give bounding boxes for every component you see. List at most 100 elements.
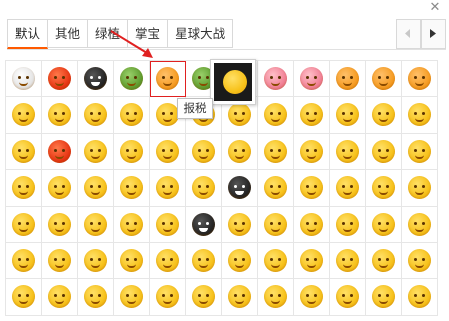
emoji-cell[interactable] bbox=[42, 61, 78, 98]
emoji-cell[interactable] bbox=[330, 97, 366, 134]
emoji-cell[interactable] bbox=[294, 170, 330, 207]
emoji-eye bbox=[378, 221, 381, 225]
emoji-cell[interactable] bbox=[402, 279, 438, 316]
emoji-cell[interactable] bbox=[330, 61, 366, 98]
emoji-eye bbox=[422, 148, 425, 152]
emoji-cell[interactable] bbox=[402, 206, 438, 243]
emoji-icon bbox=[84, 139, 107, 163]
emoji-cell[interactable] bbox=[6, 170, 42, 207]
emoji-cell[interactable] bbox=[258, 133, 294, 171]
emoji-icon bbox=[84, 248, 107, 272]
emoji-cell[interactable] bbox=[78, 279, 114, 316]
emoji-cell[interactable] bbox=[114, 61, 150, 98]
emoji-icon bbox=[372, 248, 395, 272]
emoji-cell[interactable] bbox=[6, 97, 42, 134]
scroll-right-button[interactable] bbox=[421, 19, 446, 49]
emoji-eye bbox=[18, 294, 21, 298]
emoji-cell[interactable] bbox=[402, 97, 438, 134]
emoji-cell[interactable] bbox=[294, 61, 330, 98]
emoji-cell[interactable] bbox=[150, 206, 186, 243]
emoji-eye bbox=[314, 112, 317, 116]
emoji-cell[interactable] bbox=[294, 206, 330, 243]
tab-4[interactable]: 星球大战 bbox=[168, 19, 234, 48]
emoji-icon bbox=[336, 103, 359, 127]
emoji-mouth bbox=[307, 228, 316, 232]
emoji-cell[interactable] bbox=[366, 170, 402, 207]
emoji-cell[interactable] bbox=[222, 170, 258, 207]
emoji-cell[interactable] bbox=[222, 133, 258, 171]
emoji-cell[interactable] bbox=[366, 61, 402, 98]
emoji-cell[interactable] bbox=[258, 279, 294, 316]
emoji-cell[interactable] bbox=[114, 170, 150, 207]
emoji-icon bbox=[156, 176, 179, 200]
emoji-cell[interactable] bbox=[366, 279, 402, 316]
emoji-cell[interactable] bbox=[6, 61, 42, 98]
emoji-cell[interactable] bbox=[294, 242, 330, 280]
emoji-cell[interactable] bbox=[42, 242, 78, 280]
emoji-eye bbox=[90, 221, 93, 225]
emoji-cell[interactable] bbox=[402, 242, 438, 280]
emoji-cell[interactable] bbox=[330, 279, 366, 316]
emoji-cell[interactable] bbox=[222, 206, 258, 243]
emoji-cell[interactable] bbox=[114, 97, 150, 134]
emoji-cell[interactable] bbox=[402, 170, 438, 207]
emoji-cell[interactable] bbox=[366, 97, 402, 134]
emoji-cell[interactable] bbox=[150, 61, 186, 98]
emoji-cell[interactable] bbox=[258, 170, 294, 207]
emoji-cell[interactable] bbox=[186, 242, 222, 280]
emoji-cell[interactable] bbox=[150, 170, 186, 207]
emoji-cell[interactable] bbox=[78, 133, 114, 171]
emoji-cell[interactable] bbox=[222, 242, 258, 280]
emoji-cell[interactable] bbox=[294, 97, 330, 134]
emoji-cell[interactable] bbox=[114, 279, 150, 316]
emoji-cell[interactable] bbox=[258, 242, 294, 280]
emoji-cell[interactable] bbox=[78, 242, 114, 280]
emoji-cell[interactable] bbox=[78, 170, 114, 207]
emoji-cell[interactable] bbox=[42, 279, 78, 316]
emoji-cell[interactable] bbox=[42, 97, 78, 134]
emoji-cell[interactable] bbox=[258, 61, 294, 98]
emoji-cell[interactable] bbox=[6, 206, 42, 243]
emoji-cell[interactable] bbox=[222, 279, 258, 316]
tab-0[interactable]: 默认 bbox=[7, 19, 49, 49]
emoji-cell[interactable] bbox=[330, 170, 366, 207]
emoji-icon bbox=[372, 212, 395, 236]
emoji-cell[interactable] bbox=[6, 133, 42, 171]
emoji-cell[interactable] bbox=[78, 97, 114, 134]
emoji-cell[interactable] bbox=[366, 242, 402, 280]
emoji-cell[interactable] bbox=[330, 206, 366, 243]
emoji-cell[interactable] bbox=[294, 279, 330, 316]
emoji-cell[interactable] bbox=[258, 206, 294, 243]
emoji-cell[interactable] bbox=[114, 206, 150, 243]
emoji-cell[interactable] bbox=[150, 279, 186, 316]
emoji-eye bbox=[278, 148, 281, 152]
emoji-cell[interactable] bbox=[42, 133, 78, 171]
tab-1[interactable]: 其他 bbox=[48, 19, 89, 48]
emoji-cell[interactable] bbox=[186, 170, 222, 207]
scroll-left-button[interactable] bbox=[396, 19, 421, 49]
emoji-cell[interactable] bbox=[42, 170, 78, 207]
emoji-cell[interactable] bbox=[366, 206, 402, 243]
emoji-cell[interactable] bbox=[78, 206, 114, 243]
emoji-cell[interactable] bbox=[186, 133, 222, 171]
emoji-cell[interactable] bbox=[186, 279, 222, 316]
emoji-cell[interactable] bbox=[402, 61, 438, 98]
emoji-cell[interactable] bbox=[78, 61, 114, 98]
emoji-cell[interactable] bbox=[114, 133, 150, 171]
emoji-cell[interactable] bbox=[330, 133, 366, 171]
emoji-cell[interactable] bbox=[150, 242, 186, 280]
emoji-cell[interactable] bbox=[114, 242, 150, 280]
emoji-cell[interactable] bbox=[258, 97, 294, 134]
emoji-cell[interactable] bbox=[186, 206, 222, 243]
emoji-cell[interactable] bbox=[6, 279, 42, 316]
close-icon[interactable]: ✕ bbox=[428, 1, 442, 15]
emoji-cell[interactable] bbox=[42, 206, 78, 243]
emoji-cell[interactable] bbox=[6, 242, 42, 280]
emoji-mouth bbox=[55, 300, 64, 305]
emoji-cell[interactable] bbox=[150, 133, 186, 171]
emoji-cell[interactable] bbox=[366, 133, 402, 171]
emoji-cell[interactable] bbox=[294, 133, 330, 171]
emoji-mouth bbox=[199, 300, 208, 305]
emoji-cell[interactable] bbox=[330, 242, 366, 280]
emoji-cell[interactable] bbox=[402, 133, 438, 171]
